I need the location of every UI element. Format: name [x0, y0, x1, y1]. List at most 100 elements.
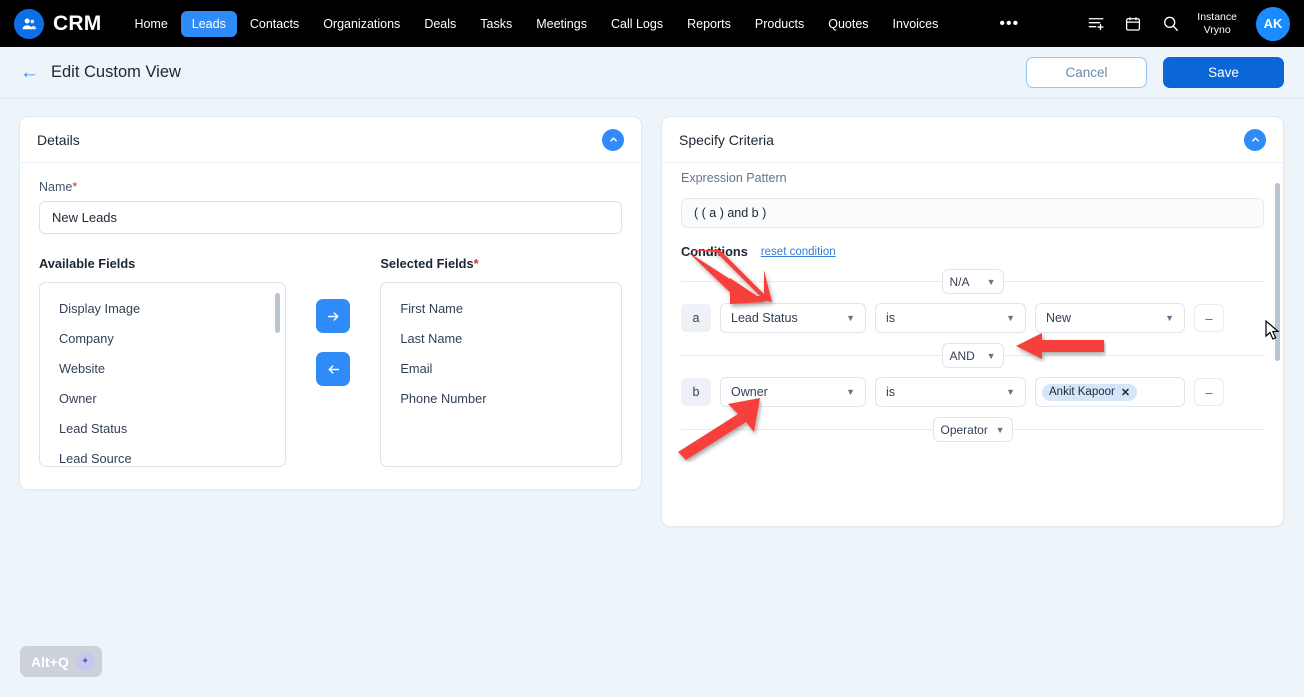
cancel-button[interactable]: Cancel: [1026, 57, 1147, 88]
save-button[interactable]: Save: [1163, 57, 1284, 88]
nav-link-contacts[interactable]: Contacts: [239, 11, 310, 37]
expression-pattern-label: Expression Pattern: [681, 171, 787, 185]
condition-row-a: a Lead Status ▼ is ▼ New ▼ –: [681, 303, 1264, 333]
condition-field-select-b[interactable]: Owner ▼: [720, 377, 866, 407]
remove-condition-button-a[interactable]: –: [1194, 304, 1224, 332]
criteria-panel-title: Specify Criteria: [679, 131, 774, 148]
list-add-icon[interactable]: [1086, 14, 1106, 34]
header-actions: Cancel Save: [1026, 57, 1284, 88]
arrow-left-icon[interactable]: [316, 352, 351, 386]
contacts-people-icon: [14, 8, 44, 39]
divider: [681, 429, 933, 430]
joiner-select-na[interactable]: N/A ▼: [941, 269, 1004, 294]
name-label-text: Name: [39, 180, 73, 194]
nav-link-leads[interactable]: Leads: [180, 10, 237, 37]
available-fields-list[interactable]: Display Image Company Website Owner Lead…: [39, 282, 287, 467]
chevron-down-icon: ▼: [986, 276, 996, 287]
reset-condition-link[interactable]: reset condition: [761, 246, 836, 258]
condition-value-select-a[interactable]: New ▼: [1035, 303, 1185, 333]
main-content: Details Name * Available Fields Display I…: [0, 99, 1304, 527]
name-input[interactable]: [39, 201, 622, 234]
calendar-icon[interactable]: [1123, 14, 1143, 34]
assistant-shortcut[interactable]: Alt+Q ✦: [20, 646, 102, 677]
condition-key: a: [681, 304, 711, 332]
nav-link-organizations[interactable]: Organizations: [312, 11, 411, 37]
list-item[interactable]: Display Image: [40, 293, 285, 323]
sparkle-icon: ✦: [75, 652, 95, 671]
criteria-scrollbar[interactable]: [1275, 183, 1280, 361]
details-panel-body: Name * Available Fields Display Image Com…: [20, 163, 641, 489]
condition-operator-value: is: [886, 311, 896, 325]
nav-link-meetings[interactable]: Meetings: [525, 11, 598, 37]
value-chip[interactable]: Ankit Kapoor ✕: [1042, 383, 1138, 401]
joiner-value: N/A: [949, 274, 970, 289]
criteria-panel-header: Specify Criteria: [662, 117, 1283, 163]
chevron-down-icon: ▼: [846, 387, 855, 397]
details-panel-header: Details: [20, 117, 641, 163]
details-panel: Details Name * Available Fields Display I…: [19, 116, 642, 490]
condition-operator-select-a[interactable]: is ▼: [875, 303, 1026, 333]
list-item[interactable]: Website: [40, 353, 285, 383]
selected-fields-list[interactable]: First Name Last Name Email Phone Number: [380, 282, 622, 467]
joiner-value: AND: [949, 348, 975, 363]
arrow-right-icon[interactable]: [316, 299, 351, 333]
avatar[interactable]: AK: [1256, 6, 1290, 41]
instance-name: Vryno: [1203, 23, 1231, 36]
list-item[interactable]: Phone Number: [381, 383, 621, 413]
nav-link-home[interactable]: Home: [123, 11, 178, 37]
conditions-label: Conditions: [681, 244, 748, 259]
nav-link-quotes[interactable]: Quotes: [817, 11, 879, 37]
remove-condition-button-b[interactable]: –: [1194, 378, 1224, 406]
required-marker: *: [473, 256, 479, 271]
list-item[interactable]: Last Name: [381, 323, 621, 353]
condition-value-chips-b[interactable]: Ankit Kapoor ✕: [1035, 377, 1185, 407]
details-panel-title: Details: [37, 131, 80, 148]
nav-links: Home Leads Contacts Organizations Deals …: [123, 10, 950, 37]
nav-link-tasks[interactable]: Tasks: [469, 11, 523, 37]
chevron-up-icon[interactable]: [602, 128, 624, 151]
selected-fields-label-text: Selected Fields: [380, 256, 474, 271]
list-item[interactable]: Owner: [40, 383, 285, 413]
condition-operator-select-b[interactable]: is ▼: [875, 377, 1026, 407]
nav-link-invoices[interactable]: Invoices: [882, 11, 950, 37]
joiner-middle: AND ▼: [681, 343, 1264, 368]
expression-pattern-value[interactable]: ( ( a ) and b ): [681, 198, 1264, 228]
condition-field-select-a[interactable]: Lead Status ▼: [720, 303, 866, 333]
list-item[interactable]: Email: [381, 353, 621, 383]
chevron-up-icon[interactable]: [1244, 128, 1266, 151]
list-item[interactable]: Lead Source: [40, 443, 285, 466]
instance-label: Instance: [1197, 10, 1237, 23]
nav-link-call-logs[interactable]: Call Logs: [600, 11, 674, 37]
joiner-select-and[interactable]: AND ▼: [941, 343, 1004, 368]
selected-fields-column: Selected Fields* First Name Last Name Em…: [380, 256, 622, 467]
list-item[interactable]: Company: [40, 323, 285, 353]
condition-operator-value: is: [886, 385, 896, 399]
chevron-down-icon: ▼: [986, 350, 996, 361]
nav-link-products[interactable]: Products: [744, 11, 815, 37]
selected-fields-label: Selected Fields*: [380, 256, 622, 271]
brand-name: CRM: [53, 11, 102, 35]
joiner-value: Operator: [940, 422, 988, 437]
page-title: Edit Custom View: [51, 63, 181, 81]
nav-link-deals[interactable]: Deals: [413, 11, 467, 37]
available-fields-scrollbar[interactable]: [275, 293, 281, 333]
top-navbar: CRM Home Leads Contacts Organizations De…: [0, 0, 1304, 47]
joiner-select-operator[interactable]: Operator ▼: [932, 417, 1013, 442]
list-item[interactable]: First Name: [381, 293, 621, 323]
brand[interactable]: CRM: [14, 8, 102, 39]
arrow-left-icon[interactable]: ←: [20, 63, 39, 82]
search-icon[interactable]: [1160, 14, 1180, 34]
divider: [681, 281, 942, 282]
divider: [1012, 429, 1264, 430]
divider: [681, 355, 942, 356]
nav-link-reports[interactable]: Reports: [676, 11, 742, 37]
list-item[interactable]: Lead Status: [40, 413, 285, 443]
nav-overflow-button[interactable]: •••: [983, 15, 1035, 33]
available-fields-label: Available Fields: [39, 256, 136, 271]
criteria-panel: Specify Criteria Expression Pattern ( ( …: [661, 116, 1284, 527]
instance-selector[interactable]: Instance Vryno: [1197, 11, 1237, 37]
conditions-header: Conditions reset condition: [681, 244, 1264, 259]
chevron-down-icon: ▼: [1165, 313, 1174, 323]
assistant-shortcut-label: Alt+Q: [31, 653, 69, 670]
close-icon[interactable]: ✕: [1121, 386, 1130, 399]
